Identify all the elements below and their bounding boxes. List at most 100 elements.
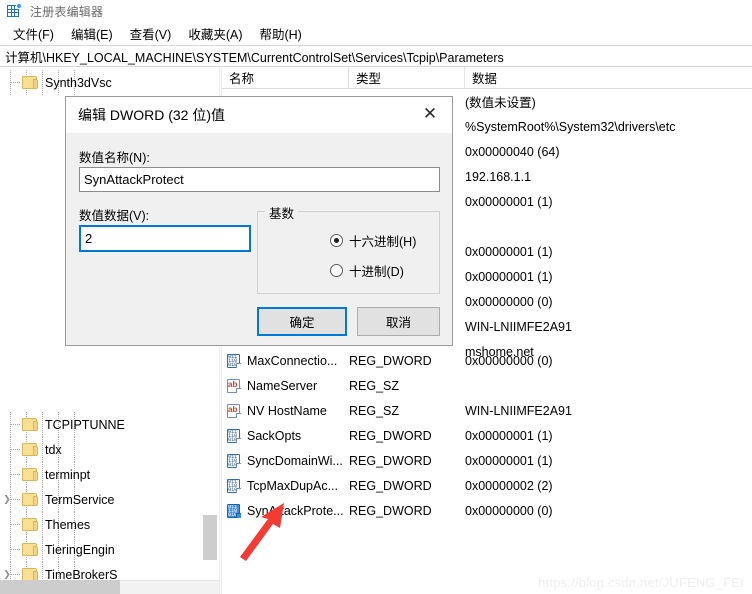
cancel-button[interactable]: 取消 (357, 307, 440, 336)
cell-type: REG_SZ (349, 379, 399, 393)
cell-name: 011110010MaxConnectio... (226, 354, 337, 368)
radio-decimal[interactable]: 十进制(D) (330, 261, 404, 280)
dialog-title-bar: 编辑 DWORD (32 位)值 ✕ (66, 97, 452, 133)
tree-guide-stub (10, 82, 20, 83)
tree-guide-stub (10, 549, 20, 550)
base-group: 基数 十六进制(H) 十进制(D) (257, 211, 440, 294)
tree-item-label: Themes (45, 518, 90, 532)
tree-item-content: Synth3dVsc (22, 70, 112, 95)
tree-horizontal-scroll-thumb[interactable] (0, 580, 120, 594)
tree-item-label: TieringEngin (45, 543, 115, 557)
table-row[interactable]: ab NameServer REG_SZ (222, 373, 752, 398)
cell-data: %SystemRoot%\System32\drivers\etc (465, 120, 676, 134)
address-bar[interactable]: 计算机\HKEY_LOCAL_MACHINE\SYSTEM\CurrentCon… (0, 45, 752, 67)
cell-type: REG_DWORD (349, 504, 432, 518)
cell-type: REG_DWORD (349, 479, 432, 493)
folder-icon (22, 493, 39, 507)
folder-icon (22, 76, 39, 90)
cell-data: 0x00000001 (1) (465, 270, 553, 284)
tree-item-label: terminpt (45, 468, 90, 482)
cell-data: 192.168.1.1 (465, 170, 531, 184)
tree-item-label: Synth3dVsc (45, 76, 112, 90)
cell-name: 011110010SyncDomainWi... (226, 454, 343, 468)
cell-name-label: SackOpts (247, 429, 301, 443)
sz-icon: ab (226, 379, 242, 393)
value-name-input[interactable]: SynAttackProtect (79, 167, 440, 192)
red-pointer-arrow (228, 495, 298, 565)
cell-data: 0x00000001 (1) (465, 429, 553, 443)
close-icon[interactable]: ✕ (408, 97, 452, 130)
tree-item-label: TCPIPTUNNE (45, 418, 125, 432)
column-header-data[interactable]: 数据 (465, 67, 752, 88)
menu-item-help[interactable]: 帮助(H) (251, 22, 310, 45)
tree-vertical-scroll-thumb[interactable] (203, 515, 217, 560)
radio-decimal-indicator (330, 264, 343, 277)
sz-icon: ab (226, 404, 242, 418)
watermark: https://blog.csdn.net/JUFENG_FEI (538, 575, 744, 590)
tree-item-content: TCPIPTUNNE (22, 412, 125, 437)
menu-item-edit[interactable]: 编辑(E) (63, 22, 122, 45)
chevron-right-icon[interactable]: ❯ (0, 487, 14, 512)
menu-item-favorites[interactable]: 收藏夹(A) (180, 22, 251, 45)
column-header-type[interactable]: 类型 (349, 67, 465, 88)
cell-name: ab NameServer (226, 379, 317, 393)
tree-item-label: tdx (45, 443, 62, 457)
dialog-title: 编辑 DWORD (32 位)值 (78, 105, 225, 125)
folder-icon (22, 518, 39, 532)
tree-item-content: tdx (22, 437, 62, 462)
table-row[interactable]: abNV HostNameREG_SZWIN-LNIIMFE2A91 (222, 398, 752, 423)
dialog-body: 数值名称(N): SynAttackProtect 数值数据(V): 2 基数 … (66, 133, 452, 345)
radio-hexadecimal-indicator (330, 234, 343, 247)
cell-type: REG_DWORD (349, 354, 432, 368)
cell-name-label: SyncDomainWi... (247, 454, 343, 468)
cell-data: 0x00000001 (1) (465, 245, 553, 259)
table-row[interactable]: 011110010TcpMaxDupAc...REG_DWORD0x000000… (222, 473, 752, 498)
tree-guide-stub (10, 449, 20, 450)
ok-button[interactable]: 确定 (257, 307, 347, 336)
cell-name: 011110010TcpMaxDupAc... (226, 479, 338, 493)
value-data-text: 2 (85, 231, 92, 246)
menu-item-view[interactable]: 查看(V) (122, 22, 181, 45)
cell-data: 0x00000000 (0) (465, 504, 553, 518)
radio-hexadecimal[interactable]: 十六进制(H) (330, 231, 416, 250)
value-data-input[interactable]: 2 (79, 225, 251, 252)
tree-guide-stub (10, 474, 20, 475)
value-name-text: SynAttackProtect (84, 172, 184, 187)
cell-data: 0x00000000 (0) (465, 295, 553, 309)
tree-guide-line (74, 437, 75, 462)
tree-item-content: terminpt (22, 462, 90, 487)
cell-data: 0x00000001 (1) (465, 454, 553, 468)
cell-name: ab NV HostName (226, 404, 327, 418)
address-path: 计算机\HKEY_LOCAL_MACHINE\SYSTEM\CurrentCon… (5, 47, 504, 66)
cell-data: WIN-LNIIMFE2A91 (465, 320, 572, 334)
cell-name: 011110010 SackOpts (226, 429, 301, 443)
menu-item-file[interactable]: 文件(F) (5, 22, 63, 45)
tree-item-content: Themes (22, 512, 90, 537)
value-name-label: 数值名称(N): (79, 147, 150, 166)
cell-type: REG_DWORD (349, 429, 432, 443)
title-bar: 注册表编辑器 (0, 0, 752, 22)
cell-name-label: NameServer (247, 379, 317, 393)
cell-data: (数值未设置) (465, 92, 536, 111)
tree-item-content: TermService (22, 487, 114, 512)
dword-icon: 011110010 (226, 429, 242, 443)
tree-horizontal-scrollbar[interactable] (0, 580, 219, 594)
cell-name-label: TcpMaxDupAc... (247, 479, 338, 493)
tree-guide-stub (10, 424, 20, 425)
cell-data: 0x00000001 (1) (465, 195, 553, 209)
base-group-label: 基数 (265, 203, 298, 222)
tree-item-label: TermService (45, 493, 114, 507)
radio-hexadecimal-label: 十六进制(H) (349, 231, 416, 250)
folder-icon (22, 443, 39, 457)
folder-icon (22, 543, 39, 557)
cell-name-label: NV HostName (247, 404, 327, 418)
table-row[interactable]: 011110010SynAttackProte...REG_DWORD0x000… (222, 498, 752, 523)
cell-type: REG_DWORD (349, 454, 432, 468)
folder-icon (22, 468, 39, 482)
column-header-name[interactable]: 名称 (222, 67, 349, 88)
table-row[interactable]: 011110010MaxConnectio...REG_DWORD0x00000… (222, 348, 752, 373)
table-row[interactable]: 011110010SyncDomainWi... REG_DWORD 0x00000… (222, 448, 752, 473)
folder-icon (22, 418, 39, 432)
table-row[interactable]: 011110010 SackOpts REG_DWORD 0x00000001 (1) (222, 423, 752, 448)
window-title: 注册表编辑器 (30, 3, 103, 20)
